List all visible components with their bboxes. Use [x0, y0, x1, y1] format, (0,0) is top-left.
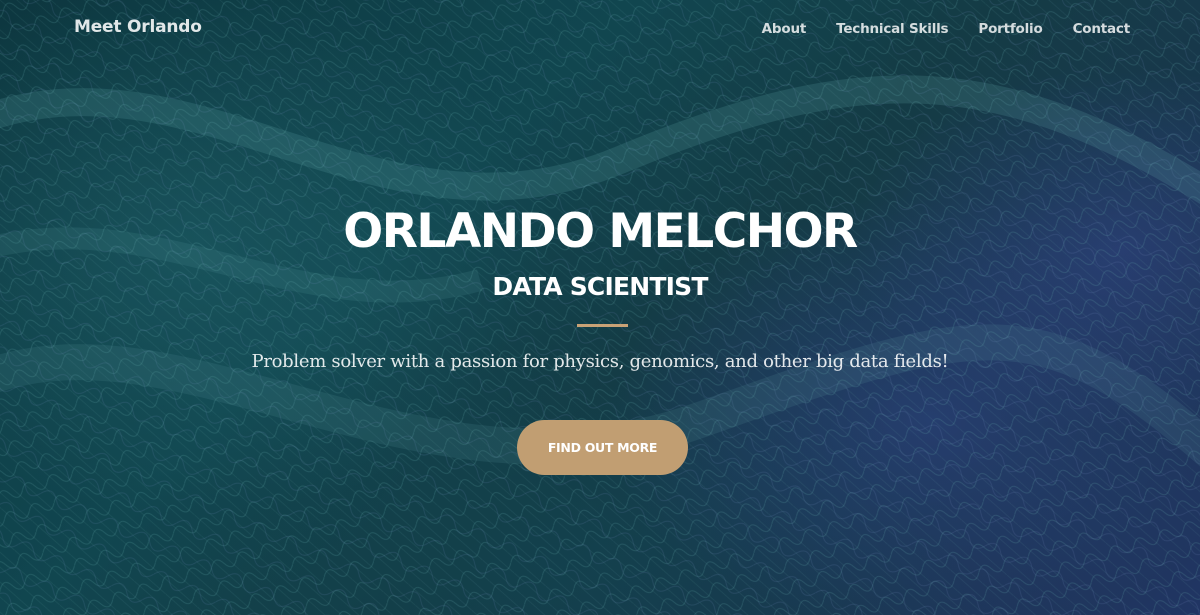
nav-item-technical-skills: Technical Skills: [836, 20, 948, 38]
nav-item-portfolio: Portfolio: [978, 20, 1042, 38]
hero-subtitle: DATA SCIENTIST: [492, 272, 708, 301]
nav-item-about: About: [762, 20, 807, 38]
find-out-more-button[interactable]: FIND OUT MORE: [517, 420, 688, 475]
nav-links: About Technical Skills Portfolio Contact: [762, 20, 1131, 38]
nav-item-contact: Contact: [1073, 20, 1131, 38]
nav-link-about[interactable]: About: [762, 21, 807, 37]
hero-divider: [577, 324, 628, 327]
brand-link[interactable]: Meet Orlando: [74, 17, 202, 37]
nav-link-portfolio[interactable]: Portfolio: [978, 21, 1042, 37]
hero-section: ORLANDO MELCHOR DATA SCIENTIST Problem s…: [0, 0, 1200, 615]
hero-title: ORLANDO MELCHOR: [343, 204, 858, 259]
nav-link-technical-skills[interactable]: Technical Skills: [836, 21, 948, 37]
nav-link-contact[interactable]: Contact: [1073, 21, 1131, 37]
top-navbar: Meet Orlando About Technical Skills Port…: [0, 0, 1200, 58]
hero-tagline: Problem solver with a passion for physic…: [251, 351, 949, 372]
